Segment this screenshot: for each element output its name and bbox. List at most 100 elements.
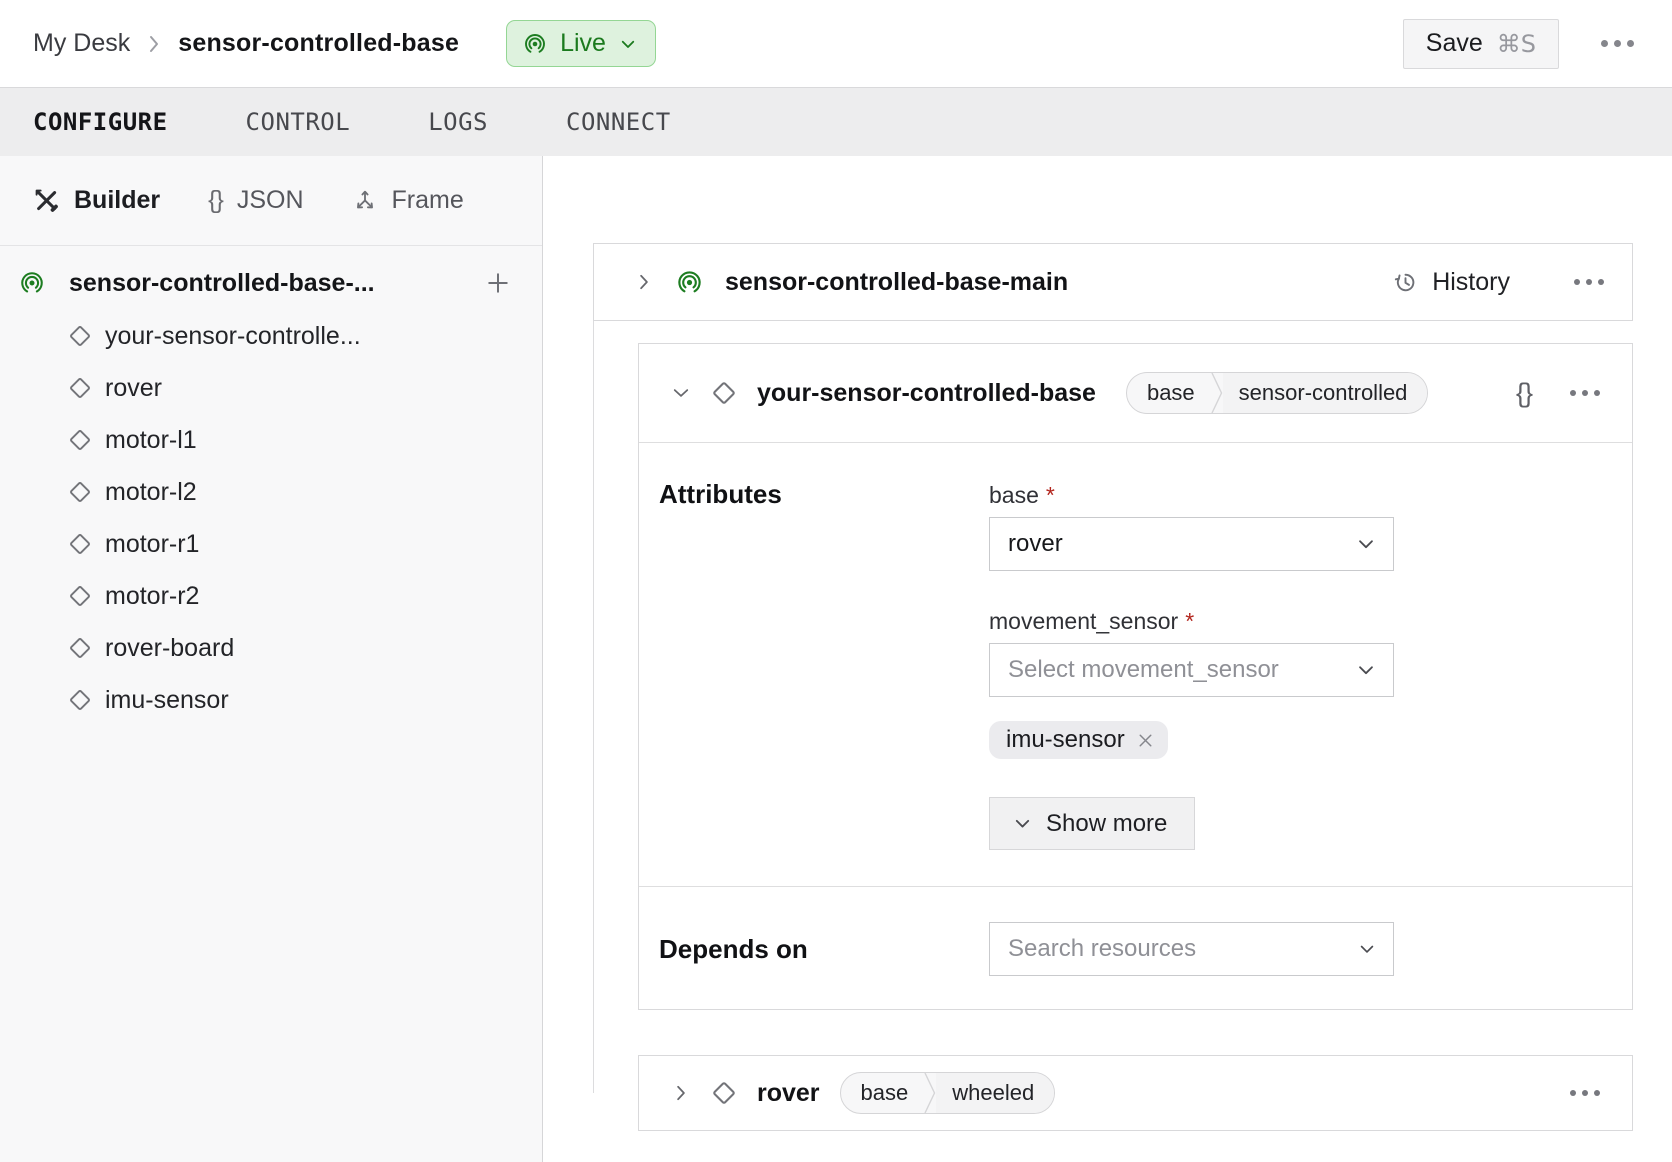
tree-item-label: motor-r2	[105, 582, 199, 611]
component-type-badge: base sensor-controlled	[1126, 372, 1428, 414]
component-diamond-icon	[68, 376, 92, 400]
movement-sensor-field: movement_sensor * Select movement_sensor…	[989, 605, 1394, 850]
mode-json[interactable]: {} JSON	[208, 186, 303, 215]
frame-axes-icon	[352, 188, 378, 214]
add-resource-icon[interactable]	[484, 269, 512, 297]
tab-configure[interactable]: CONFIGURE	[33, 108, 168, 136]
config-sidebar: Builder {} JSON Frame	[0, 156, 543, 1162]
attributes-fields: base * rover movement_sensor * Select mo…	[989, 479, 1394, 886]
chevron-down-icon	[1355, 659, 1377, 681]
tree-item[interactable]: motor-r1	[0, 518, 542, 570]
view-mode-switcher: Builder {} JSON Frame	[0, 156, 542, 246]
machine-overflow-menu-icon[interactable]	[1599, 34, 1636, 53]
component-diamond-icon	[68, 324, 92, 348]
tree-item[interactable]: motor-l1	[0, 414, 542, 466]
machine-part-card: sensor-controlled-base-main History	[593, 243, 1633, 321]
show-more-button[interactable]: Show more	[989, 797, 1195, 850]
base-select[interactable]: rover	[989, 517, 1394, 571]
save-shortcut-hint: ⌘S	[1497, 30, 1536, 58]
badge-model: wheeled	[936, 1073, 1054, 1113]
rover-card-title: rover	[757, 1079, 820, 1108]
tree-item[interactable]: motor-l2	[0, 466, 542, 518]
depends-on-fields: Search resources	[989, 922, 1394, 976]
collapse-chevron-down-icon[interactable]	[671, 383, 691, 403]
attributes-heading: Attributes	[659, 479, 989, 886]
tree-rail	[593, 321, 594, 1093]
mode-json-label: JSON	[237, 186, 304, 215]
live-status-dropdown[interactable]: Live	[506, 20, 656, 67]
badge-type: base	[841, 1073, 925, 1113]
expand-chevron-right-icon[interactable]	[671, 1083, 691, 1103]
show-more-label: Show more	[1046, 810, 1167, 838]
mode-frame[interactable]: Frame	[352, 186, 464, 215]
attributes-section: Attributes base * rover movement_sensor	[639, 443, 1632, 886]
machine-part-title: sensor-controlled-base-main	[725, 268, 1068, 297]
base-label-text: base	[989, 482, 1039, 509]
part-overflow-menu-icon[interactable]	[1572, 273, 1606, 291]
component-header-actions: {}	[1516, 378, 1602, 409]
required-asterisk: *	[1185, 608, 1194, 635]
edit-json-braces-icon[interactable]: {}	[1516, 378, 1532, 409]
tree-item-label: rover-board	[105, 634, 234, 663]
movement-sensor-select[interactable]: Select movement_sensor	[989, 643, 1394, 697]
tree-item[interactable]: motor-r2	[0, 570, 542, 622]
tab-connect[interactable]: CONNECT	[566, 108, 671, 136]
required-asterisk: *	[1046, 482, 1055, 509]
breadcrumb-separator-icon	[146, 33, 162, 55]
component-card-header: your-sensor-controlled-base base sensor-…	[639, 344, 1632, 443]
component-diamond-icon	[68, 480, 92, 504]
mode-frame-label: Frame	[392, 186, 464, 215]
tree-item[interactable]: rover-board	[0, 622, 542, 674]
machine-name-title: sensor-controlled-base	[178, 29, 459, 58]
top-bar: My Desk sensor-controlled-base Live Save…	[0, 0, 1672, 87]
rover-type-badge: base wheeled	[840, 1072, 1056, 1114]
config-main-area: sensor-controlled-base-main History your…	[543, 156, 1672, 1162]
braces-icon: {}	[208, 186, 223, 215]
remove-chip-close-icon[interactable]	[1135, 730, 1156, 751]
component-card-rover: rover base wheeled	[638, 1055, 1633, 1131]
movement-sensor-placeholder: Select movement_sensor	[1008, 656, 1279, 684]
save-button-label: Save	[1426, 29, 1483, 58]
tree-item[interactable]: your-sensor-controlle...	[0, 310, 542, 362]
history-button[interactable]: History	[1392, 268, 1510, 297]
depends-on-section: Depends on Search resources	[639, 886, 1632, 1011]
mode-builder-label: Builder	[74, 186, 160, 215]
machine-live-icon	[19, 270, 45, 296]
tree-item[interactable]: rover	[0, 362, 542, 414]
tree-root-row[interactable]: sensor-controlled-base-...	[0, 256, 542, 310]
expand-chevron-right-icon[interactable]	[634, 272, 654, 292]
depends-on-placeholder: Search resources	[1008, 935, 1196, 963]
rover-overflow-menu-icon[interactable]	[1568, 1084, 1602, 1102]
tree-item-label: motor-l1	[105, 426, 197, 455]
machine-live-icon	[523, 32, 547, 56]
component-title: your-sensor-controlled-base	[757, 379, 1096, 408]
builder-tools-icon	[33, 187, 60, 214]
component-diamond-icon	[68, 688, 92, 712]
movement-sensor-field-label: movement_sensor *	[989, 605, 1394, 637]
component-diamond-icon	[68, 532, 92, 556]
breadcrumb-parent[interactable]: My Desk	[33, 29, 130, 58]
tab-control[interactable]: CONTROL	[246, 108, 351, 136]
save-button[interactable]: Save ⌘S	[1403, 19, 1559, 69]
tree-item[interactable]: imu-sensor	[0, 674, 542, 726]
badge-model: sensor-controlled	[1223, 373, 1428, 413]
component-diamond-icon	[711, 380, 737, 406]
badge-divider-icon	[924, 1072, 936, 1114]
badge-type: base	[1127, 373, 1211, 413]
base-field: base * rover	[989, 479, 1394, 571]
selected-sensors: imu-sensor	[989, 721, 1394, 759]
breadcrumb: My Desk sensor-controlled-base	[33, 29, 459, 58]
history-clock-icon	[1392, 269, 1419, 296]
tab-logs[interactable]: LOGS	[428, 108, 488, 136]
depends-on-search-select[interactable]: Search resources	[989, 922, 1394, 976]
chip-label: imu-sensor	[1006, 726, 1125, 754]
imu-sensor-chip: imu-sensor	[989, 721, 1168, 759]
component-diamond-icon	[711, 1080, 737, 1106]
history-label: History	[1432, 268, 1510, 297]
tree-item-label: rover	[105, 374, 162, 403]
chevron-down-icon	[619, 35, 637, 53]
section-tabs: CONFIGURE CONTROL LOGS CONNECT	[0, 87, 1672, 156]
tree-item-label: your-sensor-controlle...	[105, 322, 361, 351]
component-overflow-menu-icon[interactable]	[1568, 384, 1602, 402]
mode-builder[interactable]: Builder	[33, 186, 160, 215]
